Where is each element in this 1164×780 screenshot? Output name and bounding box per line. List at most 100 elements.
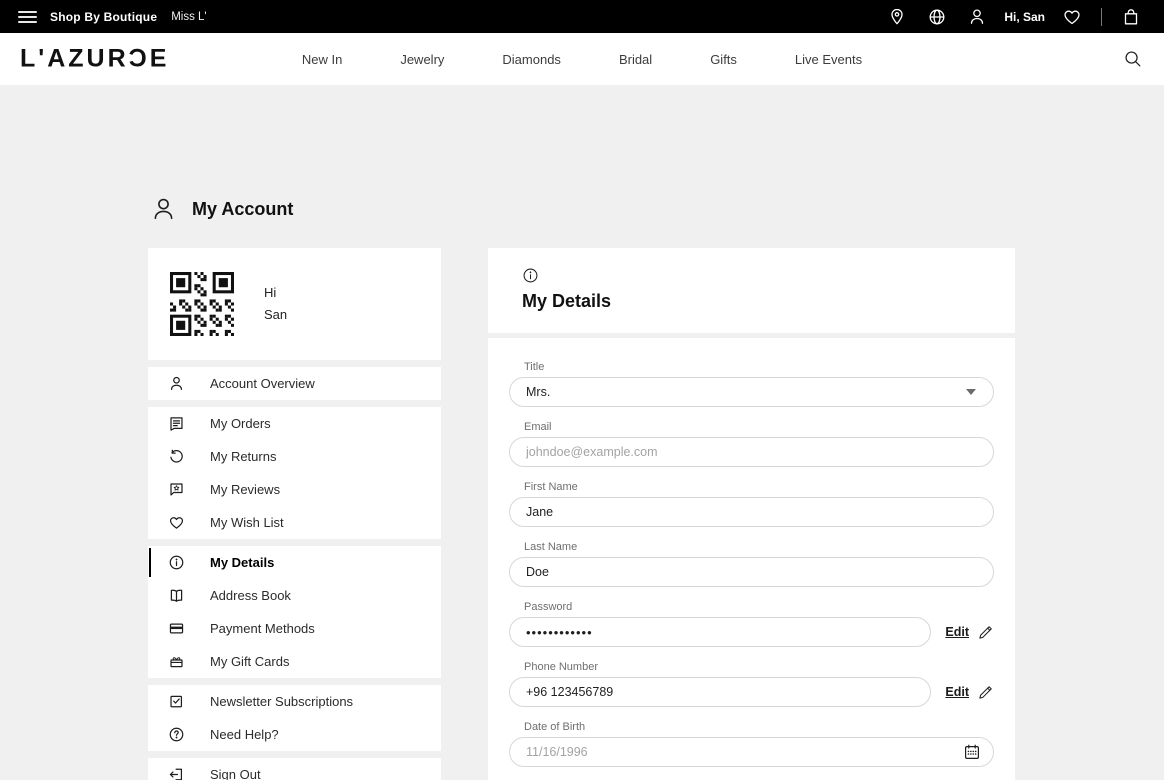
sign-out-link[interactable]: Sign Out (210, 767, 261, 780)
topbar-divider (1101, 8, 1102, 26)
greeting-line2: San (264, 304, 287, 326)
sidebar-group-overview: Account Overview (148, 367, 441, 400)
page-title: My Account (192, 199, 293, 220)
sidebar-item-label: Address Book (210, 588, 291, 603)
page-content: My Account Hi San Account Overview (0, 85, 1164, 780)
heart-icon (168, 514, 185, 531)
sidebar-item-label: My Wish List (210, 515, 284, 530)
hamburger-icon[interactable] (18, 11, 37, 23)
sidebar-group-activity: My Orders My Returns My Reviews My Wish … (148, 407, 441, 539)
returns-icon (168, 448, 185, 465)
nav-item-diamonds[interactable]: Diamonds (502, 52, 561, 67)
title-select[interactable] (509, 377, 994, 407)
user-card: Hi San (148, 248, 441, 360)
sidebar-item-my-returns[interactable]: My Returns (148, 440, 441, 473)
sidebar-item-address-book[interactable]: Address Book (148, 579, 441, 612)
qr-code (168, 266, 236, 342)
field-row-last-name: Last Name (509, 541, 994, 587)
phone-edit-link[interactable]: Edit (945, 685, 969, 699)
field-row-password: Password Edit (509, 601, 994, 647)
payment-card-icon (168, 620, 185, 637)
field-row-dob: Date of Birth (509, 721, 994, 767)
person-icon (168, 375, 185, 392)
phone-field[interactable] (509, 677, 931, 707)
password-label: Password (524, 601, 994, 613)
sign-out-icon (168, 766, 185, 780)
sidebar-item-my-details[interactable]: My Details (148, 546, 441, 579)
bag-icon[interactable] (1116, 6, 1146, 28)
heart-icon[interactable] (1057, 6, 1087, 28)
sidebar-item-label: My Orders (210, 416, 271, 431)
my-details-form: Title Email First Name Last Name (488, 338, 1015, 780)
nav-item-live-events[interactable]: Live Events (795, 52, 862, 67)
utility-bar: Shop By Boutique Miss L' Hi, San (0, 0, 1164, 33)
nav-item-new-in[interactable]: New In (302, 52, 342, 67)
sidebar-item-sign-out[interactable]: Sign Out (148, 758, 441, 780)
sidebar-item-payment-methods[interactable]: Payment Methods (148, 612, 441, 645)
sidebar-item-label: My Details (210, 555, 274, 570)
password-edit-link[interactable]: Edit (945, 625, 969, 639)
pencil-icon[interactable] (977, 684, 994, 701)
nav-item-jewelry[interactable]: Jewelry (400, 52, 444, 67)
info-icon (522, 267, 539, 284)
sidebar-item-label: Newsletter Subscriptions (210, 694, 353, 709)
location-pin-icon[interactable] (882, 6, 912, 28)
sidebar-item-label: My Gift Cards (210, 654, 289, 669)
sidebar-greeting: Hi San (264, 282, 287, 326)
first-name-label: First Name (524, 481, 994, 493)
boutique-name-link[interactable]: Miss L' (171, 11, 206, 23)
pencil-icon[interactable] (977, 624, 994, 641)
last-name-field[interactable] (509, 557, 994, 587)
sidebar-item-label: Payment Methods (210, 621, 315, 636)
page-header: My Account (150, 195, 293, 224)
title-label: Title (524, 361, 994, 373)
calendar-icon[interactable] (963, 743, 981, 761)
sidebar-item-label: Account Overview (210, 376, 315, 391)
newsletter-check-icon (168, 693, 185, 710)
first-name-field[interactable] (509, 497, 994, 527)
sidebar-group-misc: Newsletter Subscriptions Need Help? (148, 685, 441, 751)
gift-icon (168, 653, 185, 670)
password-field[interactable] (509, 617, 931, 647)
sidebar-item-label: My Reviews (210, 482, 280, 497)
sidebar-item-my-wish-list[interactable]: My Wish List (148, 506, 441, 539)
sidebar-item-newsletter-subscriptions[interactable]: Newsletter Subscriptions (148, 685, 441, 718)
person-icon[interactable] (962, 6, 992, 28)
orders-icon (168, 415, 185, 432)
sidebar-item-need-help[interactable]: Need Help? (148, 718, 441, 751)
help-icon (168, 726, 185, 743)
sidebar-item-label: My Returns (210, 449, 276, 464)
dob-field[interactable] (509, 737, 994, 767)
address-book-icon (168, 587, 185, 604)
globe-icon[interactable] (922, 6, 952, 28)
field-row-email: Email (509, 421, 994, 467)
shop-by-boutique-link[interactable]: Shop By Boutique (50, 10, 157, 24)
panel-title: My Details (522, 291, 1015, 312)
reviews-icon (168, 481, 185, 498)
email-label: Email (524, 421, 994, 433)
sidebar-item-label: Need Help? (210, 727, 279, 742)
panel-header: My Details (488, 248, 1015, 333)
sidebar-item-my-orders[interactable]: My Orders (148, 407, 441, 440)
nav-item-bridal[interactable]: Bridal (619, 52, 652, 67)
sidebar-item-account-overview[interactable]: Account Overview (148, 367, 441, 400)
sidebar-item-my-reviews[interactable]: My Reviews (148, 473, 441, 506)
field-row-first-name: First Name (509, 481, 994, 527)
field-row-title: Title (509, 361, 994, 407)
nav-item-gifts[interactable]: Gifts (710, 52, 737, 67)
last-name-label: Last Name (524, 541, 994, 553)
sidebar-item-my-gift-cards[interactable]: My Gift Cards (148, 645, 441, 678)
brand-logo[interactable]: L'AZURƆE (20, 45, 169, 74)
search-icon[interactable] (1122, 48, 1144, 70)
email-field[interactable] (509, 437, 994, 467)
dob-label: Date of Birth (524, 721, 994, 733)
field-row-phone: Phone Number Edit (509, 661, 994, 707)
sidebar-group-details: My Details Address Book Payment Methods … (148, 546, 441, 678)
greeting-line1: Hi (264, 282, 287, 304)
user-greeting[interactable]: Hi, San (1004, 10, 1045, 24)
my-details-panel: My Details Title Email First Name (488, 248, 1015, 780)
phone-label: Phone Number (524, 661, 994, 673)
account-sidebar: Hi San Account Overview My Orders (148, 248, 441, 780)
info-icon (168, 554, 185, 571)
main-nav: L'AZURƆE New In Jewelry Diamonds Bridal … (0, 33, 1164, 85)
